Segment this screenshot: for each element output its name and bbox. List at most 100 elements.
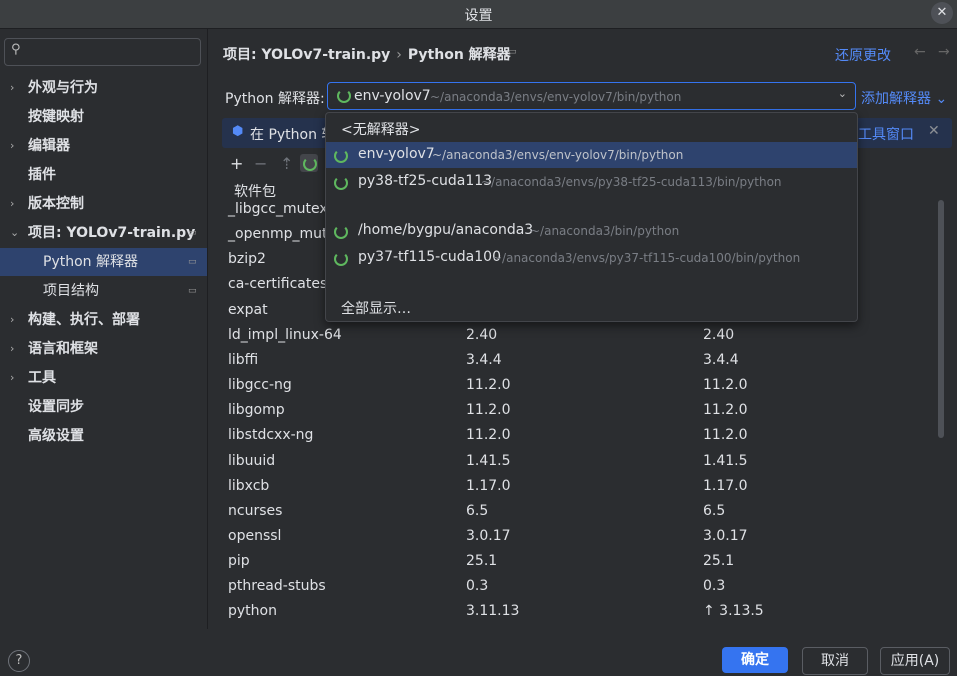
breadcrumb-page: Python 解释器 [407,47,511,63]
sidebar-item-languages[interactable]: › 语言和框架 [0,335,207,363]
search-icon: ⚲ [11,42,21,57]
sidebar-item-settings-sync[interactable]: 设置同步 [0,393,207,421]
loading-spinner-icon [337,89,351,103]
package-name-cell: libffi [228,351,259,368]
chevron-right-icon: › [10,371,15,384]
option-interpreter[interactable]: /home/bygpu/anaconda3 ~/anaconda3/bin/py… [326,218,857,244]
chevron-right-icon: › [10,81,15,94]
table-row[interactable]: python 3.11.13 ↑ 3.13.5 [228,603,928,628]
ok-button[interactable]: 确定 [722,647,788,673]
loading-spinner-icon [334,225,348,239]
package-latest-cell: 1.17.0 [703,477,748,494]
package-latest-cell: 3.4.4 [703,351,739,368]
banner-toolwindow-link[interactable]: 工具窗口 [858,124,914,144]
table-row[interactable]: libuuid 1.41.5 1.41.5 [228,453,928,478]
interpreter-select[interactable]: env-yolov7 ~/anaconda3/envs/env-yolov7/b… [327,82,856,110]
add-interpreter-button[interactable]: 添加解释器 ⌄ [861,88,947,108]
sidebar-item-project[interactable]: ⌄ 项目: YOLOv7-train.py ▭ [0,219,207,247]
package-version-cell: 6.5 [466,502,489,519]
upgrade-package-button[interactable]: ⇡ [280,154,293,173]
interpreter-dropdown: <无解释器> env-yolov7 ~/anaconda3/envs/env-y… [325,112,858,322]
chevron-right-icon: › [10,313,15,326]
package-latest-cell: 0.3 [703,578,726,595]
option-interpreter[interactable]: env-yolov7 ~/anaconda3/envs/env-yolov7/b… [326,142,857,168]
sidebar-item-project-structure[interactable]: 项目结构 ▭ [0,277,207,305]
package-name-cell: _openmp_mut [228,226,328,243]
table-row[interactable]: libgomp 11.2.0 11.2.0 [228,402,928,427]
package-latest-cell: 2.40 [703,326,735,343]
chevron-right-icon: › [10,342,15,355]
sidebar-item-appearance[interactable]: › 外观与行为 [0,74,207,102]
restore-changes-link[interactable]: 还原更改 [835,45,891,65]
package-version-cell: 25.1 [466,553,498,570]
package-name-cell: openssl [228,527,282,544]
option-no-interpreter[interactable]: <无解释器> [326,115,857,141]
package-name-cell: libxcb [228,477,270,494]
chevron-down-icon: ⌄ [10,226,20,239]
package-name-cell: libgcc-ng [228,377,292,394]
package-latest-cell: 6.5 [703,502,726,519]
scrollbar[interactable] [938,200,944,438]
loading-spinner-icon [334,252,348,266]
forward-arrow-icon[interactable]: → [938,44,950,60]
package-name-cell: bzip2 [228,251,266,268]
sidebar-item-keymap[interactable]: 按键映射 [0,103,207,131]
package-name-cell: _libgcc_mutex [228,201,328,217]
table-row[interactable]: libstdcxx-ng 11.2.0 11.2.0 [228,427,928,452]
package-name-cell: expat [228,301,268,318]
package-name-cell: libgomp [228,402,285,419]
table-row[interactable]: libxcb 1.17.0 1.17.0 [228,478,928,503]
package-latest-cell: 25.1 [703,553,735,570]
package-name-cell: python [228,603,277,620]
sidebar-item-build[interactable]: › 构建、执行、部署 [0,306,207,334]
settings-search-input[interactable]: ⚲ [4,38,201,66]
sidebar-item-vcs[interactable]: › 版本控制 [0,190,207,218]
cancel-button[interactable]: 取消 [802,647,868,675]
loading-spinner-icon [334,149,348,163]
sidebar-item-editor[interactable]: › 编辑器 [0,132,207,160]
option-show-all[interactable]: 全部显示… [326,294,857,320]
package-name-cell: libuuid [228,452,276,469]
breadcrumb-separator: › [396,47,402,63]
table-row[interactable]: libgcc-ng 11.2.0 11.2.0 [228,377,928,402]
package-version-cell: 3.11.13 [466,603,520,620]
banner-text: 在 Python 软 [250,127,336,143]
package-version-cell: 1.17.0 [466,477,511,494]
back-arrow-icon[interactable]: ← [914,44,926,60]
column-header-package[interactable]: 软件包 [234,181,276,201]
package-icon: ⬢ [232,124,244,139]
breadcrumb-project[interactable]: 项目: YOLOv7-train.py [223,47,390,63]
package-name-cell: libstdcxx-ng [228,427,314,444]
refresh-button[interactable] [300,154,318,172]
sidebar-item-tools[interactable]: › 工具 [0,364,207,392]
loading-spinner-icon [334,176,348,190]
table-row[interactable]: ld_impl_linux-64 2.40 2.40 [228,327,928,352]
package-latest-cell: 11.2.0 [703,427,748,444]
package-version-cell: 2.40 [466,326,498,343]
package-version-cell: 11.2.0 [466,427,511,444]
apply-button[interactable]: 应用(A) [880,647,950,675]
package-version-cell: 3.4.4 [466,351,502,368]
table-row[interactable]: openssl 3.0.17 3.0.17 [228,528,928,553]
package-name-cell: ca-certificates [228,276,328,293]
remove-package-button[interactable]: − [254,154,267,173]
close-icon[interactable]: ✕ [931,2,953,24]
table-row[interactable]: pthread-stubs 0.3 0.3 [228,578,928,603]
table-row[interactable]: ncurses 6.5 6.5 [228,503,928,528]
sidebar-item-plugins[interactable]: 插件 [0,161,207,189]
project-scope-icon: ▭ [188,228,197,238]
package-version-cell: 3.0.17 [466,527,511,544]
sidebar-item-python-interpreter[interactable]: Python 解释器 ▭ [0,248,207,276]
add-package-button[interactable]: + [230,154,243,173]
sidebar-item-advanced[interactable]: 高级设置 [0,422,207,450]
table-row[interactable]: pip 25.1 25.1 [228,553,928,578]
package-version-cell: 1.41.5 [466,452,511,469]
selected-interpreter-path: ~/anaconda3/envs/env-yolov7/bin/python [430,90,682,104]
option-interpreter[interactable]: py38-tf25-cuda113 ~/anaconda3/envs/py38-… [326,169,857,195]
help-icon[interactable]: ? [8,650,30,672]
option-interpreter[interactable]: py37-tf115-cuda100 ~/anaconda3/envs/py37… [326,245,857,271]
package-version-cell: 0.3 [466,578,489,595]
close-icon[interactable]: ✕ [928,123,940,139]
package-latest-cell: 11.2.0 [703,402,748,419]
table-row[interactable]: libffi 3.4.4 3.4.4 [228,352,928,377]
